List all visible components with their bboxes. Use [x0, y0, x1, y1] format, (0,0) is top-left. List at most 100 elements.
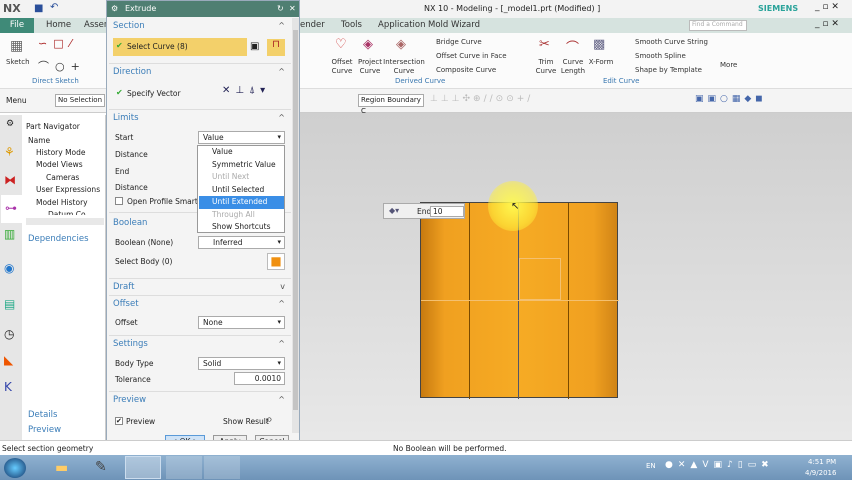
more-button[interactable]: More — [720, 61, 737, 70]
body-type-select[interactable]: Solid — [198, 357, 285, 370]
offset-select[interactable]: None — [198, 316, 285, 329]
tree-item-model-history[interactable]: Model History — [36, 198, 88, 207]
curve-icon[interactable]: ⊓ — [267, 39, 285, 56]
reuse-library-icon[interactable]: ▥ — [4, 227, 15, 241]
boolean-select[interactable]: Inferred — [198, 236, 285, 249]
start-button[interactable] — [4, 458, 26, 478]
knowledge-icon[interactable]: K — [4, 380, 12, 394]
constraint-navigator-icon[interactable]: ⧓ — [4, 173, 16, 187]
sketch-tools-icons-2[interactable]: ⌒○+ — [38, 58, 86, 74]
undo-icon[interactable]: ↶ — [50, 2, 58, 13]
tab-render[interactable]: ender — [300, 20, 325, 30]
app-taskbar-button[interactable] — [166, 456, 202, 479]
show-result-magnifier-icon[interactable]: ⌕ — [266, 412, 273, 427]
assembly-navigator-icon[interactable]: ⚘ — [4, 145, 15, 159]
smooth-spline-button[interactable]: Smooth Spline — [635, 52, 686, 61]
sketch-button[interactable]: Sketch — [6, 58, 30, 67]
trim-curve-button[interactable]: Trim Curve — [534, 58, 558, 76]
tree-item-cameras[interactable]: Cameras — [46, 173, 79, 182]
xform-button[interactable]: X-Form — [588, 58, 614, 67]
option-until-selected[interactable]: Until Selected — [199, 184, 284, 197]
ribbon-window-controls[interactable]: _ ▫ ✕ — [815, 19, 839, 29]
reset-icon[interactable]: ↻ — [277, 1, 284, 17]
option-symmetric-value[interactable]: Symmetric Value — [199, 159, 284, 172]
preview-panel[interactable]: Preview — [28, 425, 61, 435]
document-icon[interactable]: ▤ — [4, 297, 15, 311]
curve-length-button[interactable]: Curve Length — [560, 58, 586, 76]
extruded-body[interactable] — [420, 202, 619, 399]
gear-icon[interactable]: ⚙ — [111, 1, 118, 17]
history-icon[interactable]: ◷ — [4, 327, 14, 341]
tab-file[interactable]: File — [0, 18, 34, 33]
end-distance-input[interactable]: 10 — [430, 206, 464, 217]
view-tool-icons[interactable]: ▣▣○▦◆◼ — [695, 94, 767, 104]
tolerance-input[interactable]: 0.0010 — [234, 372, 285, 385]
language-indicator[interactable]: EN — [646, 462, 656, 470]
save-icon[interactable]: ■ — [34, 3, 43, 14]
option-through-all[interactable]: Through All — [199, 209, 284, 222]
gear-icon[interactable]: ⚙ — [6, 119, 14, 129]
clock-time[interactable]: 4:51 PM — [808, 458, 836, 466]
selection-filter-select[interactable]: No Selection F — [55, 94, 105, 107]
tab-mold-wizard[interactable]: Mold Wizard — [428, 20, 480, 30]
clock-date[interactable]: 4/9/2016 — [805, 469, 836, 477]
vector-options-icons[interactable]: ✕⊥⍋▾ — [222, 85, 270, 96]
visualization-icon[interactable]: ◣ — [4, 353, 13, 367]
region-boundary-select[interactable]: Region Boundary C — [358, 94, 424, 115]
offset-curve-button[interactable]: Offset Curve — [328, 58, 356, 76]
section-header[interactable]: Section — [113, 21, 145, 31]
horizontal-scrollbar[interactable] — [26, 218, 104, 225]
details-panel[interactable]: Details — [28, 410, 57, 420]
offset-curve-in-face-button[interactable]: Offset Curve in Face — [436, 52, 507, 61]
start-select[interactable]: Value — [198, 131, 285, 144]
tool-taskbar-icon[interactable]: ✎ — [95, 459, 107, 475]
web-browser-icon[interactable]: ◉ — [4, 261, 14, 275]
option-show-shortcuts[interactable]: Show Shortcuts — [199, 221, 284, 234]
shape-by-template-button[interactable]: Shape by Template — [635, 66, 702, 75]
tab-tools[interactable]: Tools — [341, 20, 362, 30]
menu-button[interactable]: Menu — [6, 96, 27, 105]
graphics-window[interactable]: ↖ ◆▾ End 10 — [300, 113, 852, 440]
smooth-curve-string-button[interactable]: Smooth Curve String — [635, 38, 708, 47]
project-curve-button[interactable]: Project Curve — [356, 58, 384, 76]
intersection-curve-button[interactable]: Intersection Curve — [382, 58, 426, 76]
option-until-extended[interactable]: Until Extended — [199, 196, 284, 209]
tree-item-datum[interactable]: Datum Co — [48, 210, 86, 215]
sketch-section-icon[interactable]: ▣ — [250, 41, 259, 52]
sketch-tools-icons[interactable]: ∽□⁄ — [38, 37, 77, 50]
offset-header[interactable]: Offset — [113, 299, 139, 309]
preview-header[interactable]: Preview — [113, 395, 146, 405]
tree-item-model-views[interactable]: Model Views — [36, 160, 83, 169]
draft-header[interactable]: Draft — [113, 282, 134, 292]
limit-type-icon[interactable]: ◆▾ — [389, 206, 399, 215]
close-icon[interactable]: ✕ — [289, 1, 296, 17]
select-body-icon[interactable]: ■ — [267, 253, 285, 270]
window-controls[interactable]: _ ▫ ✕ — [815, 2, 839, 12]
snap-point-icons[interactable]: ⊥⊥⊥✣⊕∕∕⊙⊙+∕ — [430, 94, 533, 104]
option-until-next[interactable]: Until Next — [199, 171, 284, 184]
name-column-header[interactable]: Name — [28, 136, 50, 145]
preview-checkbox[interactable]: ✔ — [115, 417, 123, 425]
bridge-curve-button[interactable]: Bridge Curve — [436, 38, 482, 47]
check-icon: ✔ — [116, 41, 123, 50]
find-command-input[interactable]: Find a Command — [689, 20, 747, 31]
direction-header[interactable]: Direction — [113, 67, 151, 77]
composite-curve-button[interactable]: Composite Curve — [436, 66, 496, 75]
tree-item-history-mode[interactable]: History Mode — [36, 148, 86, 157]
system-tray-icons[interactable]: ●✕▲V▣♪▯▭✖ — [665, 460, 774, 470]
boolean-header[interactable]: Boolean — [113, 218, 147, 228]
dialog-scrollbar[interactable] — [292, 18, 299, 433]
open-profile-checkbox[interactable] — [115, 197, 123, 205]
option-value[interactable]: Value — [199, 146, 284, 159]
part-navigator-tab[interactable]: ⊶ — [1, 195, 22, 223]
settings-header[interactable]: Settings — [113, 339, 148, 349]
tab-home[interactable]: Home — [46, 20, 71, 30]
explorer-taskbar-icon[interactable]: ▬ — [55, 460, 68, 476]
tab-application[interactable]: Application — [378, 20, 426, 30]
dependencies-panel[interactable]: Dependencies — [28, 234, 89, 244]
select-curve-row[interactable]: ✔ Select Curve (8) — [113, 38, 247, 56]
limits-header[interactable]: Limits — [113, 113, 139, 123]
nx-taskbar-button[interactable] — [125, 456, 161, 479]
camtasia-taskbar-button[interactable] — [204, 456, 240, 479]
tree-item-user-expressions[interactable]: User Expressions — [36, 185, 100, 194]
